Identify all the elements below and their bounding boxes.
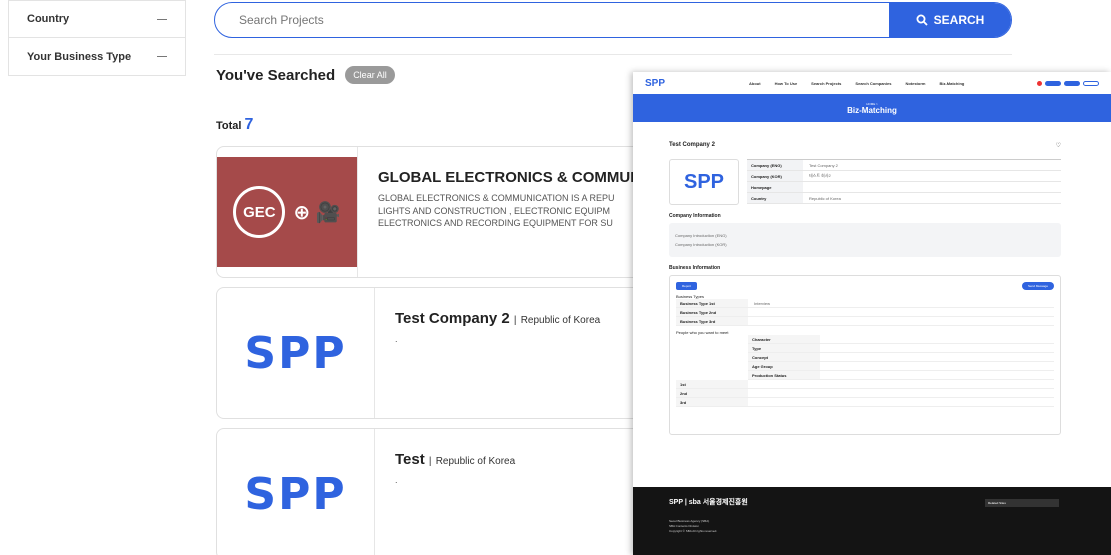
result-country: Republic of Korea (435, 456, 516, 467)
clear-all-button[interactable]: Clear All (345, 66, 395, 84)
result-country: Republic of Korea (520, 315, 601, 326)
company-logo: GEC ⊕ 🎥 (217, 147, 358, 277)
gec-logo-image: GEC ⊕ 🎥 (217, 157, 357, 267)
company-intro-kor[interactable]: Company Introduction (KOR) (675, 242, 1055, 247)
people-groups: 1st 2nd 3rd (676, 380, 1054, 407)
business-info-title: Business Information (669, 265, 721, 271)
filter-country[interactable]: Country (8, 0, 186, 38)
footer-text: Seoul Business Agency (SBA) SBA Contents… (669, 519, 718, 533)
nav-how-to-use[interactable]: How To Use (775, 81, 798, 86)
profile-table: Company (ENG) Test Company 2 Company (KOR… (747, 159, 1061, 205)
company-info-title: Company Information (669, 213, 721, 219)
nav-search-projects[interactable]: Search Projects (811, 81, 841, 86)
film-camera-icon: ⊕ 🎥 (293, 201, 341, 224)
nav-about[interactable]: About (749, 81, 761, 86)
heart-icon[interactable]: ♡ (1056, 142, 1061, 149)
overlay-nav: SPP About How To Use Search Projects Sea… (633, 72, 1111, 94)
company-title: Test Company 2 (669, 142, 715, 148)
nav-notestorm[interactable]: Notestorm (905, 81, 925, 86)
banner-title: Biz-Matching (847, 105, 897, 115)
result-title[interactable]: Test | Republic of Korea (395, 451, 515, 468)
searched-title: You've Searched (216, 66, 336, 84)
overlay-logo[interactable]: SPP (645, 78, 665, 89)
search-input[interactable] (215, 3, 889, 37)
collapse-icon (157, 56, 167, 57)
collapse-icon (157, 18, 167, 20)
user-button[interactable] (1045, 80, 1061, 86)
filter-label: Country (27, 13, 70, 25)
result-card[interactable]: SPP Test Company 2 | Republic of Korea . (216, 287, 656, 419)
company-logo: SPP (217, 429, 375, 555)
result-description: GLOBAL ELECTRONICS & COMMUNICATION IS A … (378, 193, 615, 229)
result-description: . (395, 334, 398, 344)
overlay-banner: HOME > Biz-Matching (633, 94, 1111, 122)
nav-biz-matching[interactable]: Biz-Matching (939, 81, 964, 86)
result-card[interactable]: GEC ⊕ 🎥 GLOBAL ELECTRONICS & COMMUNI GLO… (216, 146, 656, 278)
overlay-footer: SPP | sba 서울경제진흥원 Related Sites Seoul Bu… (633, 487, 1111, 555)
result-title[interactable]: Test Company 2 | Republic of Korea (395, 310, 600, 327)
notification-icon[interactable] (1037, 80, 1042, 86)
divider (214, 54, 1012, 55)
search-bar: SEARCH (214, 2, 1012, 38)
filter-business-type[interactable]: Your Business Type (8, 38, 186, 76)
search-icon (916, 14, 928, 26)
language-select[interactable] (1083, 80, 1099, 86)
related-sites-select[interactable]: Related Sites (985, 499, 1059, 507)
send-message-button[interactable]: Send Message (1021, 282, 1054, 290)
nav-search-companies[interactable]: Search Companies (855, 81, 891, 86)
company-intro-eng[interactable]: Company Introduction (ENG) (675, 233, 1055, 238)
company-logo: SPP (217, 288, 375, 418)
biz-matching-screenshot: SPP About How To Use Search Projects Sea… (633, 72, 1111, 555)
filter-panel: Country Your Business Type (8, 0, 186, 76)
report-button[interactable]: Report (676, 282, 698, 290)
search-button[interactable]: SEARCH (889, 3, 1011, 37)
total-count: Total 7 (216, 116, 253, 134)
business-info-box: Report Send Message Business Types Busin… (669, 275, 1061, 435)
people-table: Character Type Concept Age Group Product… (676, 335, 1054, 380)
spp-logo: SPP (244, 468, 347, 520)
search-button-label: SEARCH (933, 13, 985, 27)
searched-header: You've Searched Clear All (216, 66, 395, 84)
result-card[interactable]: SPP Test | Republic of Korea . (216, 428, 656, 555)
company-info-box: Company Introduction (ENG) Company Intro… (669, 223, 1061, 257)
business-types-table: Business Type 1st Interview Business Type… (676, 299, 1054, 326)
result-description: . (395, 475, 398, 485)
company-logo-box: SPP (669, 159, 739, 205)
total-number: 7 (244, 116, 254, 133)
gec-logo-text: GEC (233, 186, 286, 238)
filter-label: Your Business Type (27, 50, 132, 63)
total-label: Total (216, 120, 242, 132)
logout-button[interactable] (1064, 80, 1080, 86)
result-title[interactable]: GLOBAL ELECTRONICS & COMMUNI (378, 169, 645, 186)
spp-logo: SPP (244, 327, 347, 379)
